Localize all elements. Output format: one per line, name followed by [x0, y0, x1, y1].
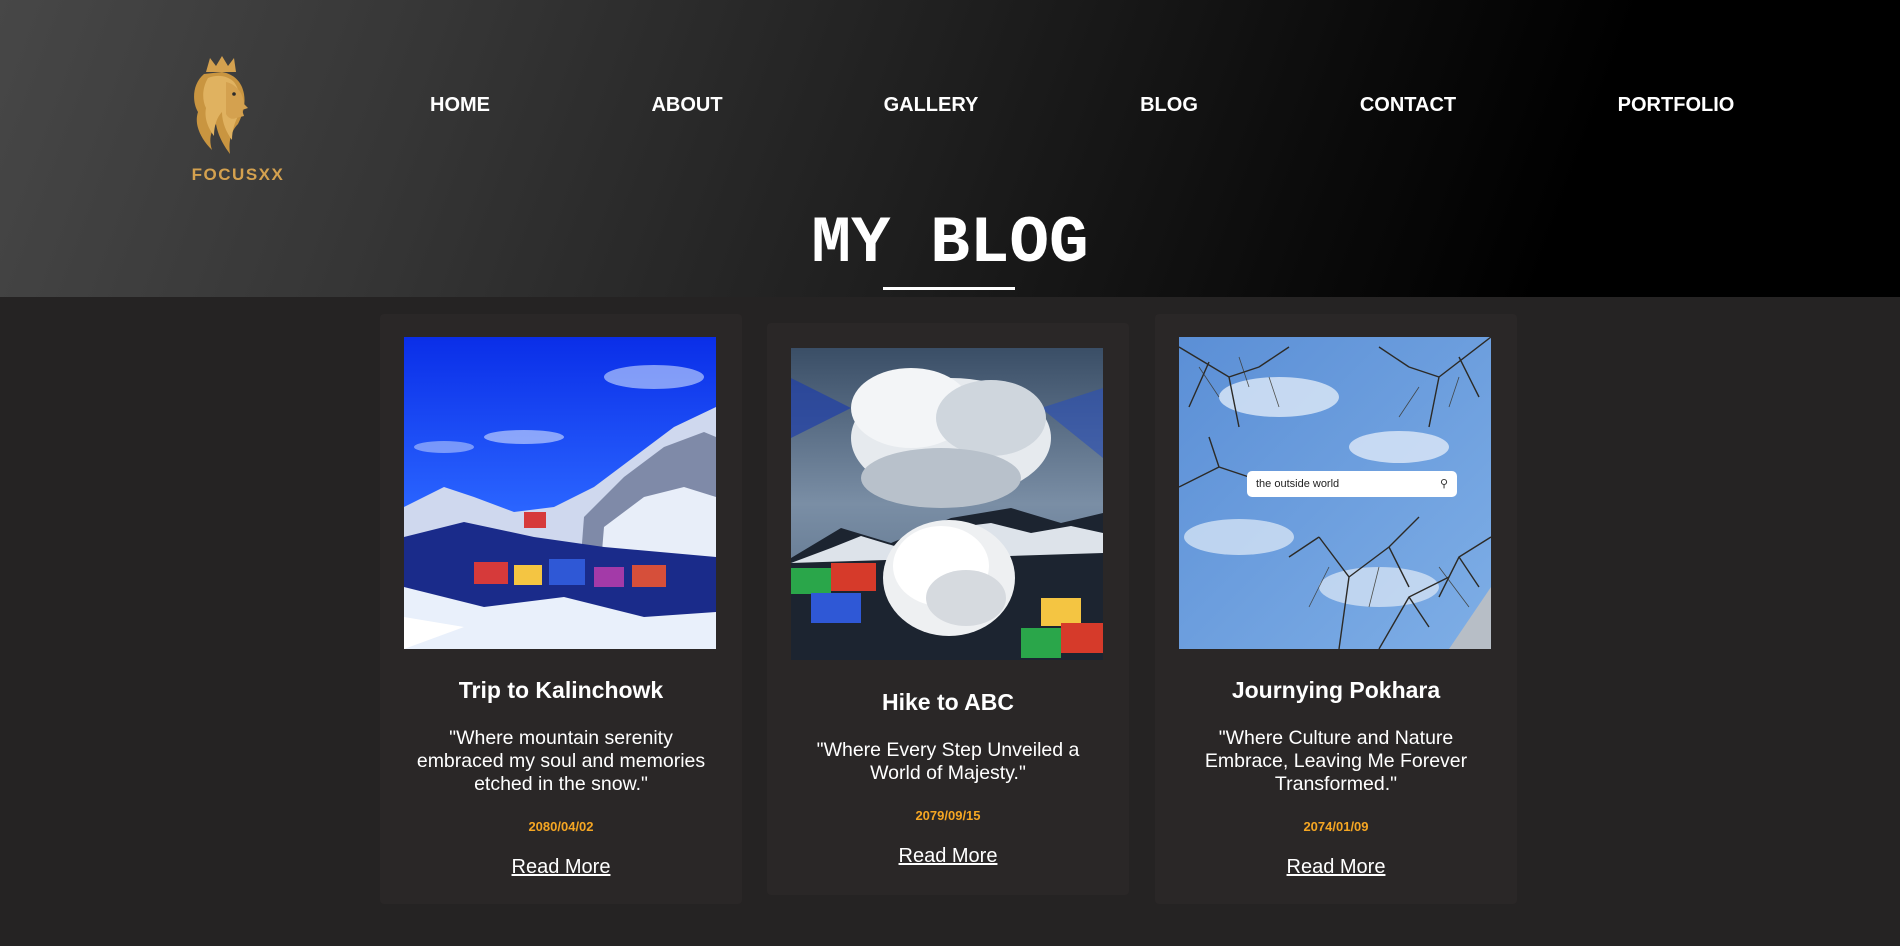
nav-contact[interactable]: CONTACT: [1360, 94, 1456, 117]
blog-card-pokhara: the outside world ⚲ Journying Pokhara "W…: [1155, 314, 1517, 904]
post-image-kalinchowk[interactable]: [404, 337, 716, 649]
header: FOCUSXX HOME ABOUT GALLERY BLOG CONTACT …: [0, 0, 1900, 297]
page-title: MY BLOG: [811, 206, 1089, 281]
post-image-abc[interactable]: [791, 348, 1103, 660]
post-quote: "Where Culture and Nature Embrace, Leavi…: [1204, 727, 1468, 795]
nav-blog[interactable]: BLOG: [1140, 94, 1198, 117]
post-image-pokhara[interactable]: the outside world ⚲: [1179, 337, 1491, 649]
post-title: Journying Pokhara: [1231, 677, 1441, 703]
read-more-link[interactable]: Read More: [1155, 856, 1517, 879]
post-date: 2074/01/09: [1303, 819, 1369, 834]
main-nav: HOME ABOUT GALLERY BLOG CONTACT PORTFOLI…: [0, 94, 1900, 118]
blog-card-abc: Hike to ABC "Where Every Step Unveiled a…: [767, 323, 1129, 895]
post-quote: "Where Every Step Unveiled a World of Ma…: [816, 739, 1080, 784]
post-title: Hike to ABC: [881, 689, 1015, 715]
nav-gallery[interactable]: GALLERY: [884, 94, 979, 117]
image-search-overlay: the outside world ⚲: [1247, 471, 1457, 497]
title-underline: [883, 287, 1015, 290]
nav-about[interactable]: ABOUT: [651, 94, 722, 117]
post-date: 2079/09/15: [915, 808, 981, 823]
nav-home[interactable]: HOME: [430, 94, 490, 117]
brand-logo[interactable]: FOCUSXX: [178, 54, 298, 184]
post-date: 2080/04/02: [528, 819, 594, 834]
post-title: Trip to Kalinchowk: [458, 677, 664, 703]
blog-card-kalinchowk: Trip to Kalinchowk "Where mountain seren…: [380, 314, 742, 904]
post-quote: "Where mountain serenity embraced my sou…: [416, 727, 706, 795]
overlay-search-text: the outside world: [1256, 478, 1340, 490]
brand-name: FOCUSXX: [191, 165, 285, 184]
nav-portfolio[interactable]: PORTFOLIO: [1618, 94, 1735, 117]
read-more-link[interactable]: Read More: [380, 856, 742, 879]
search-icon: ⚲: [1439, 478, 1448, 490]
read-more-link[interactable]: Read More: [767, 845, 1129, 868]
